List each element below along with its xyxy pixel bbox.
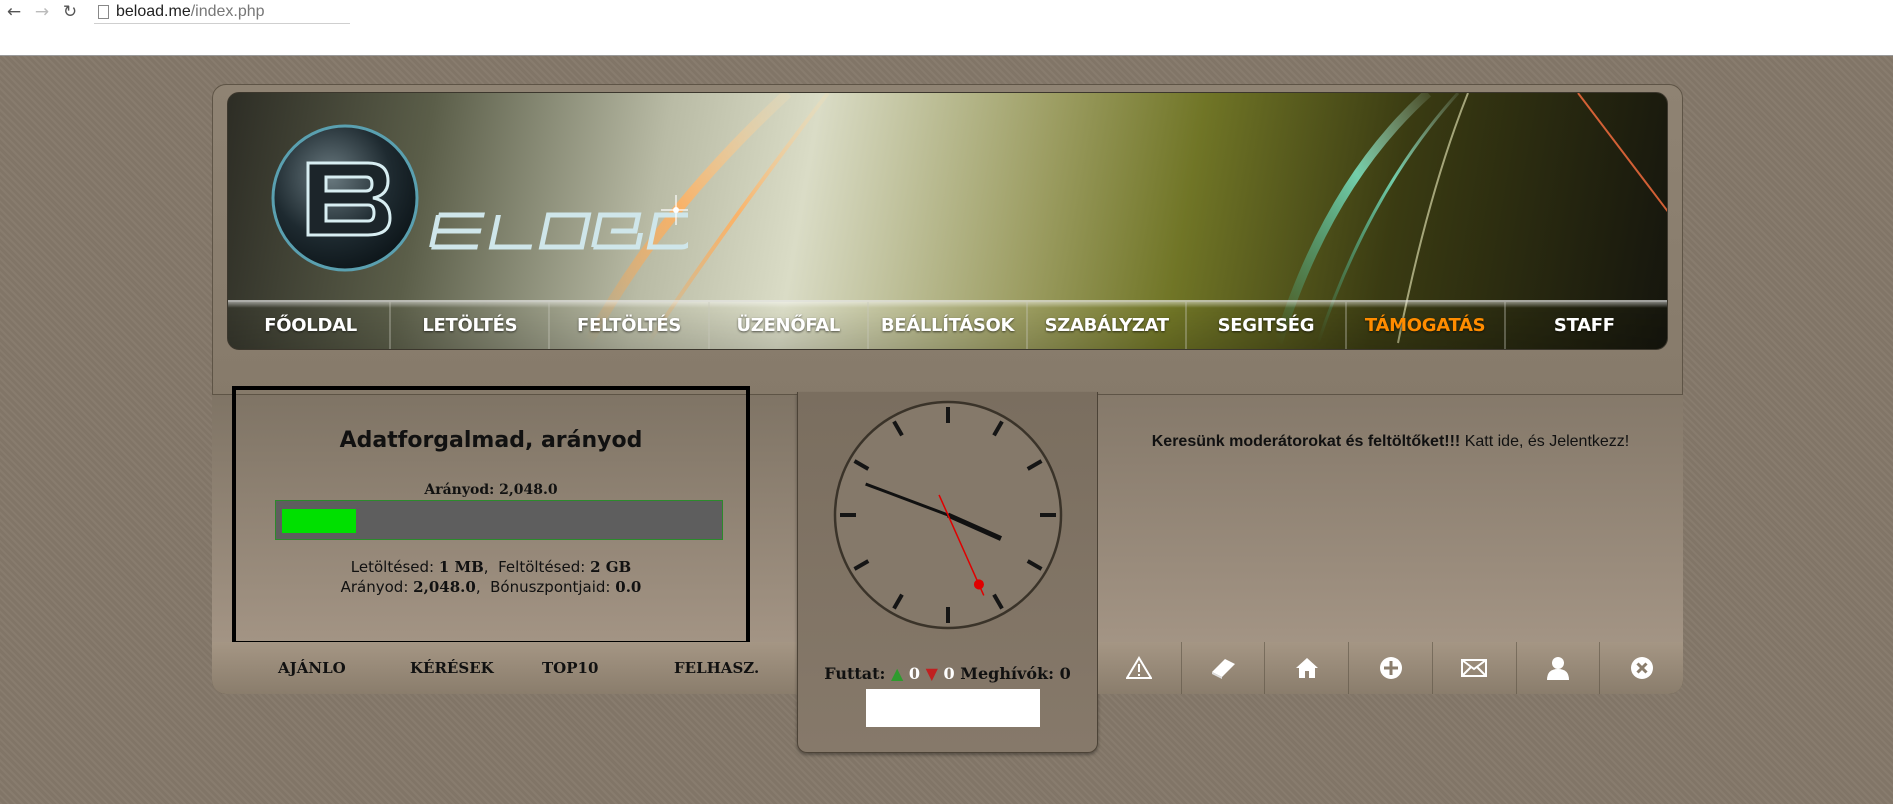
announcement-bold: Keresünk moderátorokat és feltöltőket!!!: [1151, 433, 1461, 450]
ratio-caption: Arányod: 2,048.0: [424, 482, 558, 498]
mail-icon[interactable]: [1433, 642, 1517, 694]
analog-clock: [833, 400, 1063, 630]
address-bar[interactable]: beload.me/index.php: [94, 2, 350, 24]
main-navigation: FŐOLDAL LETÖLTÉS FELTÖLTÉS ÜZENŐFAL BEÁL…: [228, 300, 1667, 349]
close-icon[interactable]: [1600, 642, 1683, 694]
leeching-count: 0: [943, 664, 955, 683]
book-icon[interactable]: [1182, 642, 1266, 694]
home-icon[interactable]: [1265, 642, 1350, 694]
upload-label: Feltöltésed:: [498, 558, 586, 576]
reload-icon[interactable]: ↻: [60, 2, 80, 22]
nav-item-feltoltes[interactable]: FELTÖLTÉS: [550, 302, 710, 349]
clock-panel: Futtat: ▲ 0 ▼ 0 Meghívók: 0: [797, 392, 1098, 753]
user-icon[interactable]: [1517, 642, 1601, 694]
nav-item-szabalyzat[interactable]: SZABÁLYZAT: [1028, 302, 1188, 349]
download-value: 1 MB: [438, 558, 484, 576]
running-label: Futtat:: [824, 664, 886, 683]
nav-item-uzenofal[interactable]: ÜZENŐFAL: [710, 302, 869, 349]
traffic-stats-box: Adatforgalmad, arányod Arányod: 2,048.0 …: [232, 386, 750, 645]
quick-icon-bar: [1098, 642, 1683, 694]
ratio-value: 2,048.0: [413, 578, 476, 596]
announcement-panel: Keresünk moderátorokat és feltöltőket!!!…: [1098, 394, 1683, 642]
invites-label: Meghívók:: [960, 664, 1054, 683]
page-icon: [98, 5, 109, 19]
ratio-stats-line: Arányod: 2,048.0, Bónuszpontjaid: 0.0: [340, 578, 642, 596]
secondary-menu: AJÁNLO KÉRÉSEK TOP10 FELHASZ.: [212, 642, 797, 694]
seeding-count: 0: [908, 664, 921, 683]
leeching-arrow-icon: ▼: [925, 664, 938, 683]
nav-item-tamogatas[interactable]: TÁMOGATÁS: [1347, 302, 1506, 349]
menu-item-top10[interactable]: TOP10: [542, 659, 598, 677]
menu-item-keresek[interactable]: KÉRÉSEK: [410, 659, 494, 677]
bonus-label: Bónuszpontjaid:: [490, 578, 611, 596]
transfer-stats-line: Letöltésed: 1 MB, Feltöltésed: 2 GB: [350, 558, 632, 576]
menu-item-ajanlo[interactable]: AJÁNLO: [278, 659, 346, 677]
add-icon[interactable]: [1349, 642, 1433, 694]
menu-item-felhasz[interactable]: FELHASZ.: [674, 659, 759, 677]
nav-item-fooldal[interactable]: FŐOLDAL: [232, 302, 392, 349]
bonus-value: 0.0: [615, 578, 642, 596]
announcement-link-text[interactable]: Katt ide, és Jelentkezz!: [1460, 433, 1630, 450]
address-url: beload.me/index.php: [116, 3, 265, 20]
warning-icon[interactable]: [1098, 642, 1182, 694]
invites-count: 0: [1059, 664, 1071, 683]
nav-item-letoltes[interactable]: LETÖLTÉS: [391, 302, 551, 349]
ratio-label: Arányod:: [340, 578, 409, 596]
nav-item-beallitasok[interactable]: BEÁLLÍTÁSOK: [869, 302, 1029, 349]
ratio-progress-fill: [282, 509, 356, 533]
stats-title: Adatforgalmad, arányod: [339, 428, 643, 453]
nav-item-staff[interactable]: STAFF: [1506, 302, 1663, 349]
nav-item-segitseg[interactable]: SEGITSÉG: [1187, 302, 1347, 349]
torrent-status-line: Futtat: ▲ 0 ▼ 0 Meghívók: 0: [798, 664, 1097, 683]
download-label: Letöltésed:: [350, 558, 435, 576]
seeding-arrow-icon: ▲: [891, 664, 904, 683]
upload-value: 2 GB: [590, 558, 632, 576]
ratio-progress-bar: [275, 500, 723, 540]
back-arrow-icon[interactable]: ←: [4, 2, 24, 22]
forward-arrow-icon[interactable]: →: [32, 2, 52, 22]
shoutbox-input[interactable]: [866, 689, 1040, 727]
beload-logo[interactable]: [268, 123, 688, 273]
browser-toolbar: ← → ↻ beload.me/index.php: [0, 0, 1893, 56]
recruitment-announcement[interactable]: Keresünk moderátorokat és feltöltőket!!!…: [1098, 433, 1683, 451]
site-banner: FŐOLDAL LETÖLTÉS FELTÖLTÉS ÜZENŐFAL BEÁL…: [227, 92, 1668, 350]
